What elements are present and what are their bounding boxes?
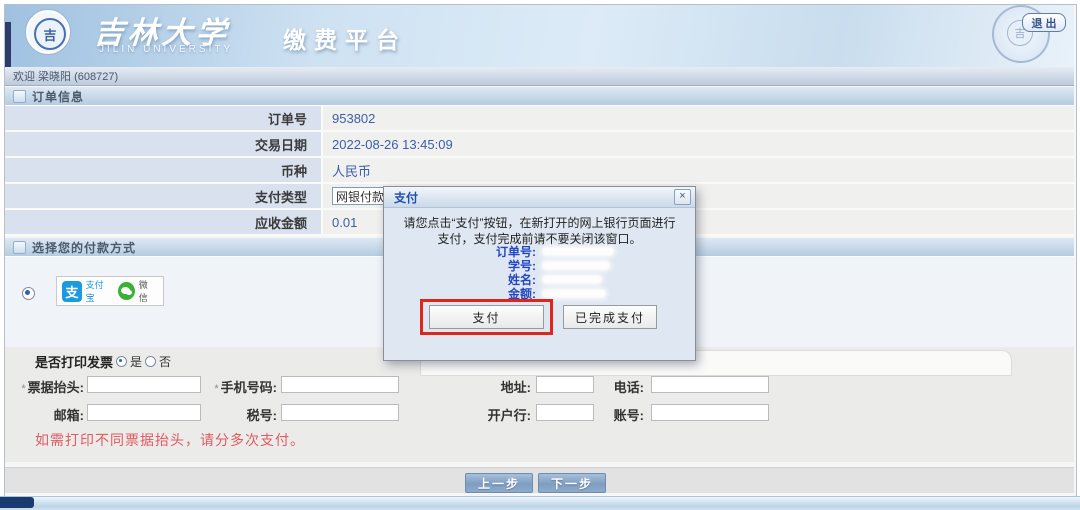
wechat-icon [118,282,135,300]
pay-button[interactable]: 支付 [429,305,544,329]
modal-order-number-value-redacted [541,246,615,257]
invoice-title-label: *票据抬头: [8,377,84,396]
bank-input[interactable] [536,404,594,421]
alipay-label: 支付宝 [86,278,111,304]
university-emblem-icon: 吉 [34,18,66,50]
pay-type-label: 支付类型 [255,187,307,206]
print-no-radio[interactable] [145,356,156,367]
amount-label: 应收金额 [255,213,307,232]
required-mark: * [214,383,218,395]
table-row-trade-date: 交易日期 2022-08-26 13:45:09 [5,132,1074,158]
payment-section-title: 选择您的付款方式 [32,239,136,256]
currency-label: 币种 [281,161,307,180]
university-logo: 吉 [26,10,70,54]
order-section-title: 订单信息 [32,88,84,105]
print-invoice-row: 是否打印发票 是 否 [35,352,171,371]
modal-title: 支付 [394,189,674,206]
alipay-icon: 支 [62,281,82,302]
pay-type-selected-value: 网银付款 [336,188,384,205]
modal-name-value-redacted [541,274,603,285]
order-section-header: 订单信息 [5,87,1074,106]
prev-step-button[interactable]: 上一步 [465,473,533,493]
footer-accent-block [0,497,34,508]
modal-student-id-value-redacted [541,260,611,271]
tax-id-input[interactable] [281,404,399,421]
address-input[interactable] [536,376,594,393]
trade-date-value: 2022-08-26 13:45:09 [332,137,453,152]
multi-invoice-warning: 如需打印不同票据抬头，请分多次支付。 [35,430,305,450]
email-input[interactable] [87,404,201,421]
table-row-currency: 币种 人民币 [5,158,1074,184]
welcome-text: 欢迎 梁晓阳 (608727) [5,68,118,84]
phone-label: 电话: [596,377,644,396]
account-input[interactable] [651,404,769,421]
section-icon [13,241,26,254]
welcome-bar: 欢迎 梁晓阳 (608727) [5,67,1074,86]
page-title: 缴费平台 [283,21,407,55]
order-number-value: 953802 [332,111,375,126]
print-yes-radio[interactable] [116,356,127,367]
red-highlight-box: 支付 [420,299,553,335]
university-name-en: JILIN UNIVERSITY [99,44,233,55]
currency-value: 人民币 [332,161,371,180]
print-yes-label: 是 [130,353,142,370]
wechat-label: 微 信 [139,278,158,304]
address-label: 地址: [465,377,531,396]
modal-titlebar: 支付 × [384,187,695,208]
email-label: 邮箱: [8,405,84,424]
print-invoice-label: 是否打印发票 [35,352,113,371]
tax-id-label: 税号: [195,405,277,424]
invoice-title-input[interactable] [87,376,201,393]
mobile-input[interactable] [281,376,399,393]
amount-value: 0.01 [332,215,357,230]
trade-date-label: 交易日期 [255,135,307,154]
account-label: 账号: [596,405,644,424]
payment-option-alipay-wechat[interactable]: 支 支付宝 微 信 [56,276,164,306]
modal-field-amount: 金额: [384,286,695,300]
mobile-label: *手机号码: [195,377,277,396]
payment-modal: 支付 × 请您点击“支付”按钮，在新打开的网上银行页面进行支付，支付完成前请不要… [383,186,696,361]
footer-bar [0,496,1080,510]
table-row-order-number: 订单号 953802 [5,106,1074,132]
print-no-label: 否 [159,353,171,370]
close-icon[interactable]: × [674,189,691,205]
order-number-label: 订单号 [268,109,307,128]
logout-button[interactable]: 退 出 [1022,13,1066,32]
required-mark: * [21,383,25,395]
phone-input[interactable] [651,376,769,393]
next-step-button[interactable]: 下一步 [538,473,606,493]
section-icon [13,90,26,103]
payment-done-button[interactable]: 已完成支付 [563,305,657,329]
bank-label: 开户行: [465,405,531,424]
payment-option-radio[interactable] [22,287,35,300]
modal-amount-value-redacted [541,288,607,299]
